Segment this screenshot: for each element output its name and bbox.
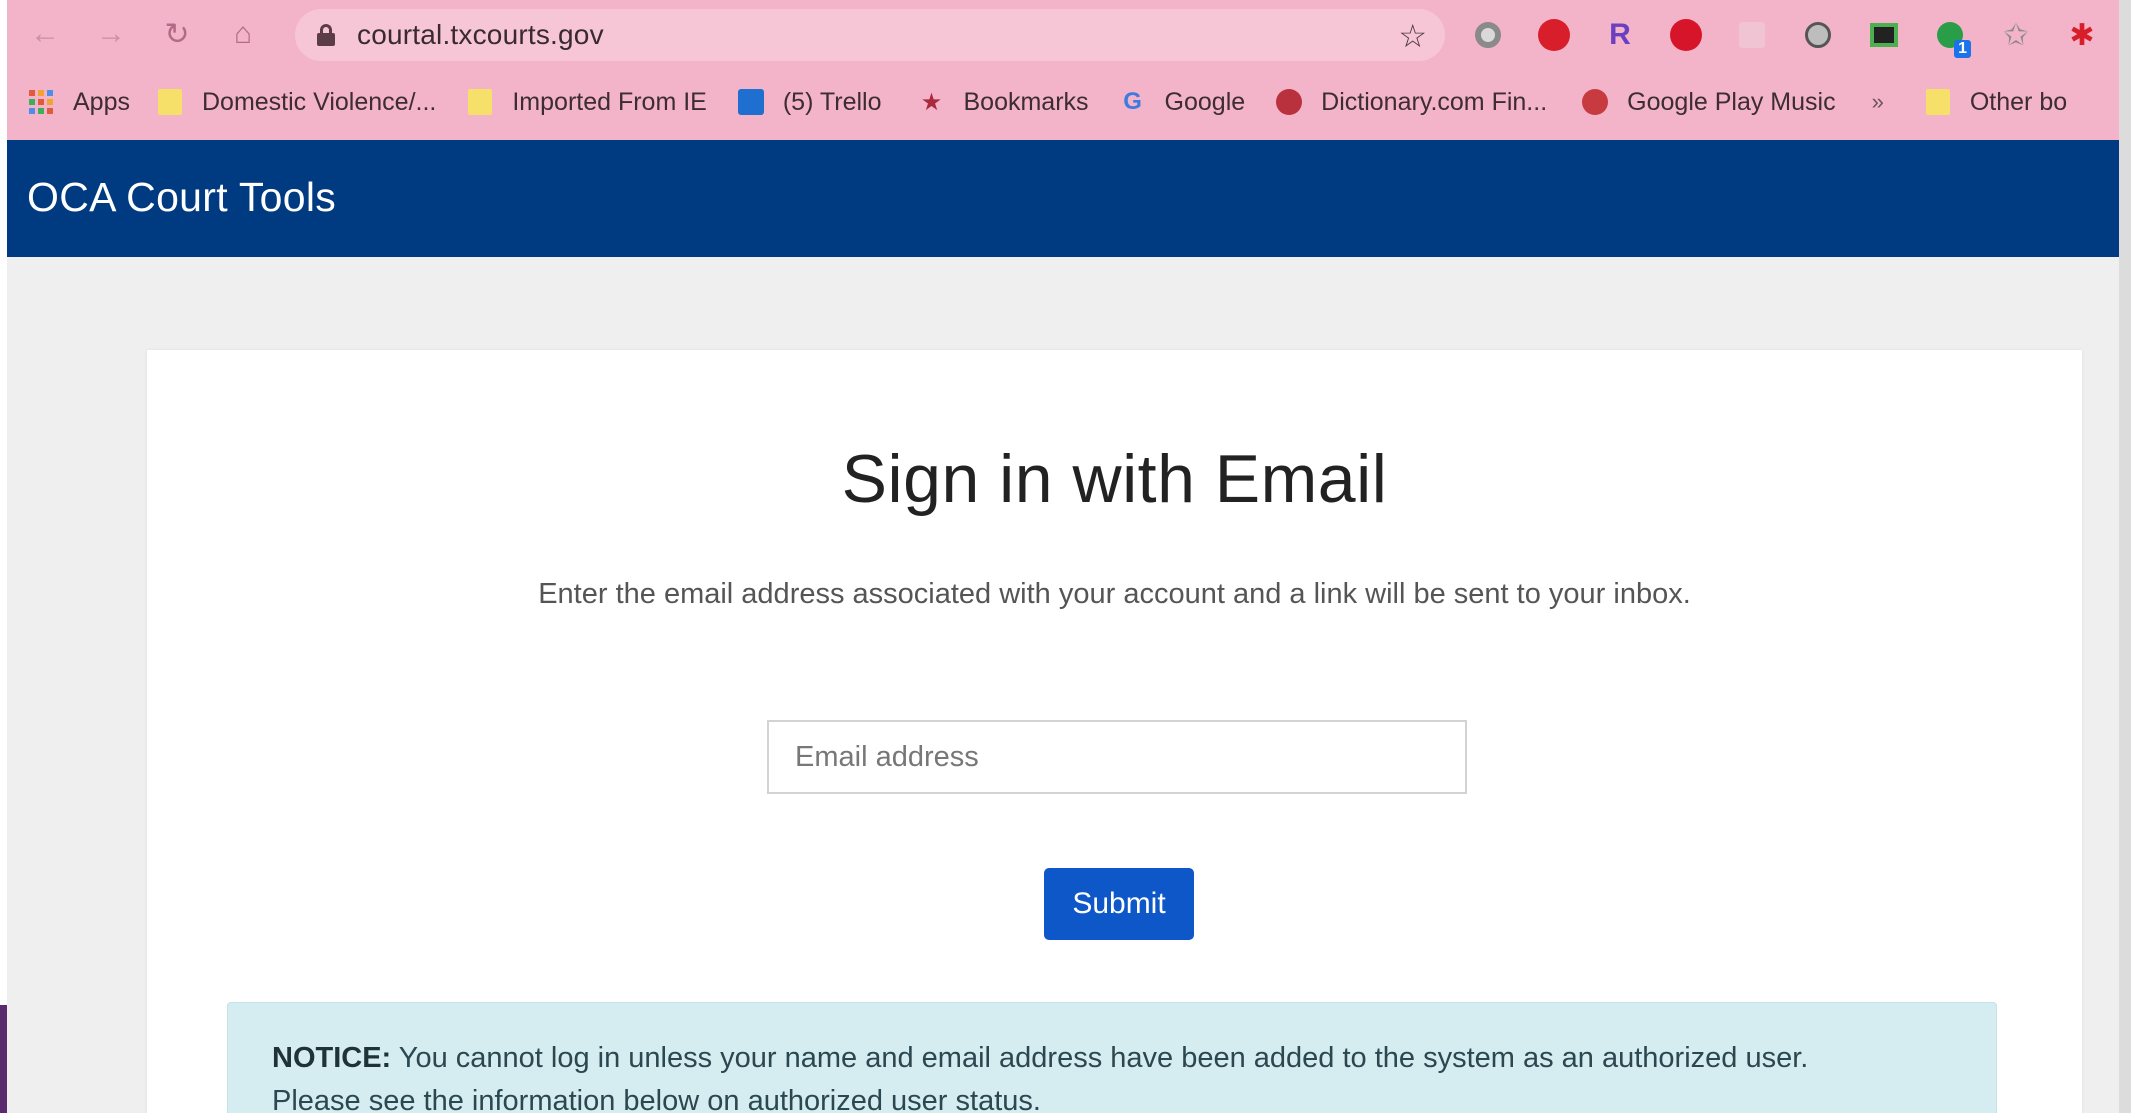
folder-icon xyxy=(156,88,184,116)
r-extension-icon[interactable]: R xyxy=(1597,12,1643,58)
bookmark-label: Imported From IE xyxy=(512,87,707,116)
bookmark-label: (5) Trello xyxy=(782,87,882,116)
home-icon[interactable]: ⌂ xyxy=(223,14,263,54)
browser-toolbar: ← → ↻ ⌂ courtal.txcourts.gov ☆ R 1 ✩ ✱ xyxy=(7,0,2131,70)
url-text[interactable]: courtal.txcourts.gov xyxy=(357,19,604,51)
folder-icon xyxy=(466,88,494,116)
bookmark-label: Domestic Violence/... xyxy=(201,87,437,116)
extensions-puzzle-icon[interactable]: ✱ xyxy=(2059,12,2105,58)
bookmark-trello[interactable]: (5) Trello xyxy=(737,88,882,117)
folder-icon xyxy=(1924,88,1952,116)
dictionary-icon xyxy=(1275,88,1303,116)
bookmarks-overflow-button[interactable]: » xyxy=(1872,89,1884,115)
browser-chrome: ← → ↻ ⌂ courtal.txcourts.gov ☆ R 1 ✩ ✱ A… xyxy=(7,0,2131,140)
puzzle-star-extension-icon[interactable]: ✩ xyxy=(1993,12,2039,58)
bookmark-label: Dictionary.com Fin... xyxy=(1321,87,1548,116)
extension-icons: R 1 ✩ ✱ xyxy=(1465,12,2105,58)
film-extension-icon[interactable] xyxy=(1861,12,1907,58)
pinterest-icon[interactable] xyxy=(1663,12,1709,58)
bookmark-label: Bookmarks xyxy=(963,87,1089,116)
trello-icon xyxy=(737,88,765,116)
google-icon: G xyxy=(1123,88,1142,115)
extension-circle-icon[interactable] xyxy=(1465,12,1511,58)
notice-line-1: NOTICE: You cannot log in unless your na… xyxy=(272,1037,1952,1080)
bookmarks-bar: Apps Domestic Violence/... Imported From… xyxy=(7,74,2131,130)
page-title: Sign in with Email xyxy=(841,441,1388,517)
signin-instructions: Enter the email address associated with … xyxy=(538,578,1691,610)
extension-badge: 1 xyxy=(1954,40,1971,58)
lock-icon[interactable] xyxy=(317,24,335,46)
bookmark-apps[interactable]: Apps xyxy=(27,88,130,117)
bookmark-label: Apps xyxy=(73,87,130,116)
back-arrow-icon[interactable]: ← xyxy=(25,14,65,54)
play-music-icon xyxy=(1581,88,1609,116)
signin-card: Sign in with Email Enter the email addre… xyxy=(147,350,2082,1113)
faded-extension-icon[interactable] xyxy=(1729,12,1775,58)
notice-label: NOTICE: xyxy=(272,1042,392,1074)
bookmark-label: Google xyxy=(1164,87,1246,116)
bookmark-other-bookmarks[interactable]: Other bo xyxy=(1924,88,2067,117)
notice-text-1: You cannot log in unless your name and e… xyxy=(398,1042,1809,1074)
browser-window: ← → ↻ ⌂ courtal.txcourts.gov ☆ R 1 ✩ ✱ A… xyxy=(7,0,2131,1113)
address-bar[interactable]: courtal.txcourts.gov ☆ xyxy=(295,9,1445,61)
bookmark-google[interactable]: G Google xyxy=(1119,87,1246,117)
bookmark-dictionary[interactable]: Dictionary.com Fin... xyxy=(1275,88,1547,117)
reload-icon[interactable]: ↻ xyxy=(157,14,197,54)
app-title[interactable]: OCA Court Tools xyxy=(27,174,336,221)
star-icon: ★ xyxy=(920,88,943,116)
email-input[interactable] xyxy=(767,720,1467,794)
bookmark-imported-from-ie[interactable]: Imported From IE xyxy=(466,88,707,117)
bookmark-label: Google Play Music xyxy=(1627,87,1836,116)
notice-text-2: Please see the information below on auth… xyxy=(272,1085,1041,1113)
left-edge-strip xyxy=(0,1005,7,1113)
forward-arrow-icon[interactable]: → xyxy=(91,14,131,54)
bookmark-google-play-music[interactable]: Google Play Music xyxy=(1581,87,1836,117)
apps-grid-icon xyxy=(27,88,55,116)
right-scrollbar-gutter xyxy=(2119,0,2131,1113)
bookmark-star-icon[interactable]: ☆ xyxy=(1398,17,1427,55)
submit-button[interactable]: Submit xyxy=(1044,868,1194,940)
adblock-icon[interactable] xyxy=(1531,12,1577,58)
bookmark-bookmarks[interactable]: ★ Bookmarks xyxy=(918,88,1089,117)
green-extension-icon[interactable]: 1 xyxy=(1927,12,1973,58)
app-header: OCA Court Tools xyxy=(7,140,2131,257)
screenshot-extension-icon[interactable] xyxy=(1795,12,1841,58)
bookmark-label: Other bo xyxy=(1969,87,2068,116)
bookmark-domestic-violence[interactable]: Domestic Violence/... xyxy=(156,88,436,117)
notice-box: NOTICE: You cannot log in unless your na… xyxy=(227,1002,1997,1113)
